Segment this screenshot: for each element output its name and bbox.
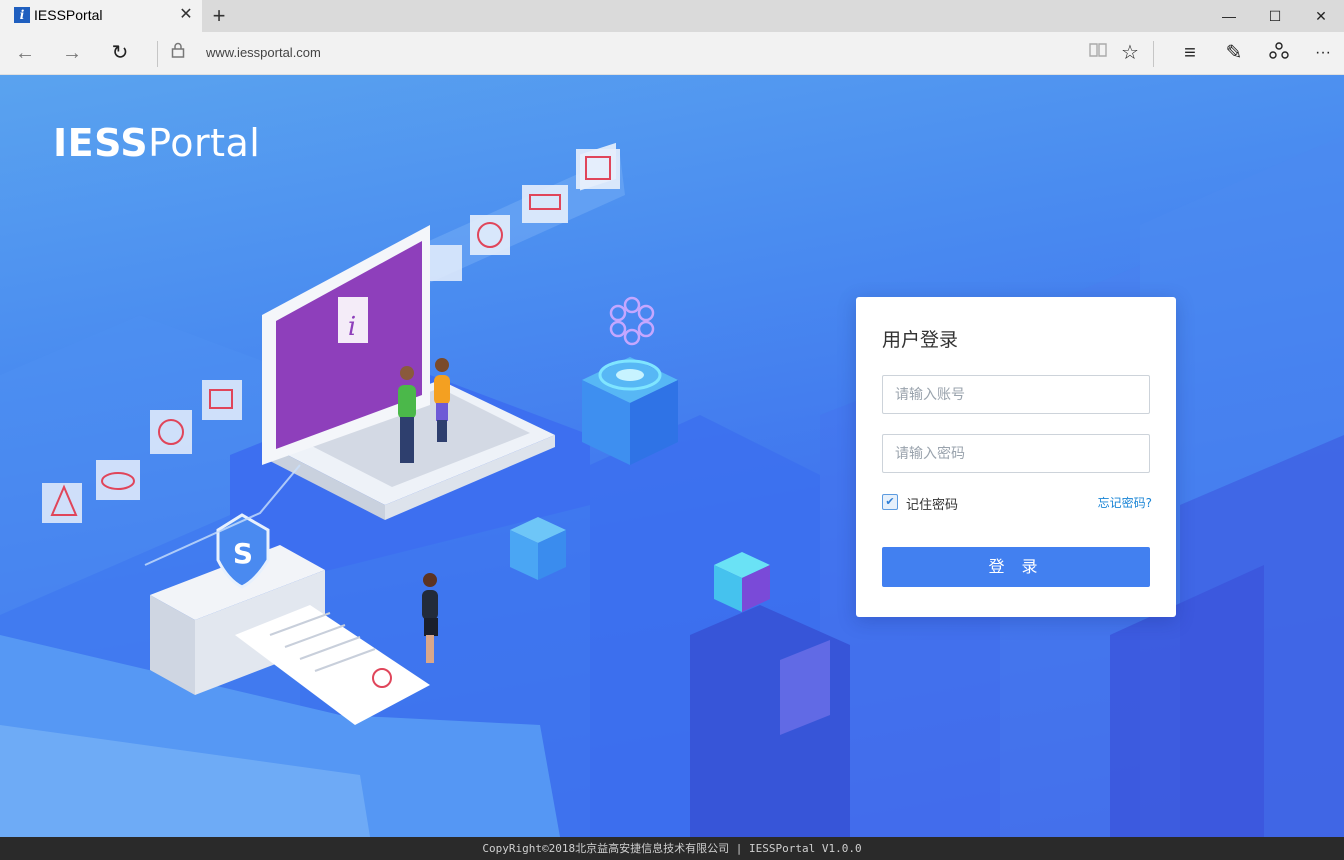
tab-close-icon[interactable]: ✕	[176, 5, 196, 25]
login-card: 用户登录 ✔ 记住密码 忘记密码? 登 录	[856, 297, 1176, 617]
nav-divider	[157, 41, 158, 67]
svg-text:i: i	[348, 312, 356, 342]
lock-icon	[163, 38, 193, 68]
maximize-icon[interactable]: ☐	[1252, 0, 1298, 32]
share-icon[interactable]	[1264, 38, 1294, 68]
reading-view-icon[interactable]	[1083, 38, 1113, 68]
site-favicon-icon: i	[14, 7, 30, 23]
new-tab-icon[interactable]: +	[206, 3, 232, 29]
footer-copyright: CopyRight©2018北京益高安捷信息技术有限公司 | IESSPorta…	[0, 837, 1344, 860]
favorite-star-icon[interactable]: ☆	[1115, 38, 1145, 68]
tab-title: IESSPortal	[34, 7, 103, 23]
refresh-icon[interactable]: ↻	[105, 38, 135, 68]
hub-icon[interactable]: ≡	[1175, 38, 1205, 68]
brand-logo: IESSPortal	[53, 121, 260, 165]
address-bar[interactable]: www.iessportal.com	[206, 45, 321, 60]
brand-logo-light: Portal	[148, 121, 261, 165]
password-input[interactable]	[882, 434, 1150, 473]
window-close-icon[interactable]: ✕	[1298, 0, 1344, 32]
more-icon[interactable]: ···	[1308, 38, 1338, 68]
forward-icon[interactable]: →	[57, 38, 87, 68]
svg-text:S: S	[233, 537, 253, 570]
login-button[interactable]: 登 录	[882, 547, 1150, 587]
forgot-password-link[interactable]: 忘记密码?	[1098, 494, 1152, 511]
login-page: i S IESSPortal 用户登录 请输入账号 ✔ 记住密码 忘记密码? 登…	[0, 75, 1344, 837]
browser-navbar: ← → ↻ www.iessportal.com ☆ ≡ ✎ ···	[0, 32, 1344, 75]
back-icon[interactable]: ←	[10, 38, 40, 68]
nav-divider	[1153, 41, 1154, 67]
brand-logo-bold: IESS	[53, 121, 149, 165]
browser-tabbar: i IESSPortal ✕ + — ☐ ✕	[0, 0, 1344, 32]
remember-label: 记住密码	[906, 498, 959, 513]
browser-tab[interactable]: i IESSPortal ✕	[0, 0, 202, 32]
web-note-icon[interactable]: ✎	[1219, 38, 1249, 68]
remember-checkbox[interactable]: ✔	[882, 494, 898, 510]
minimize-icon[interactable]: —	[1206, 0, 1252, 32]
account-input[interactable]	[882, 375, 1150, 414]
login-title: 用户登录	[882, 329, 959, 351]
